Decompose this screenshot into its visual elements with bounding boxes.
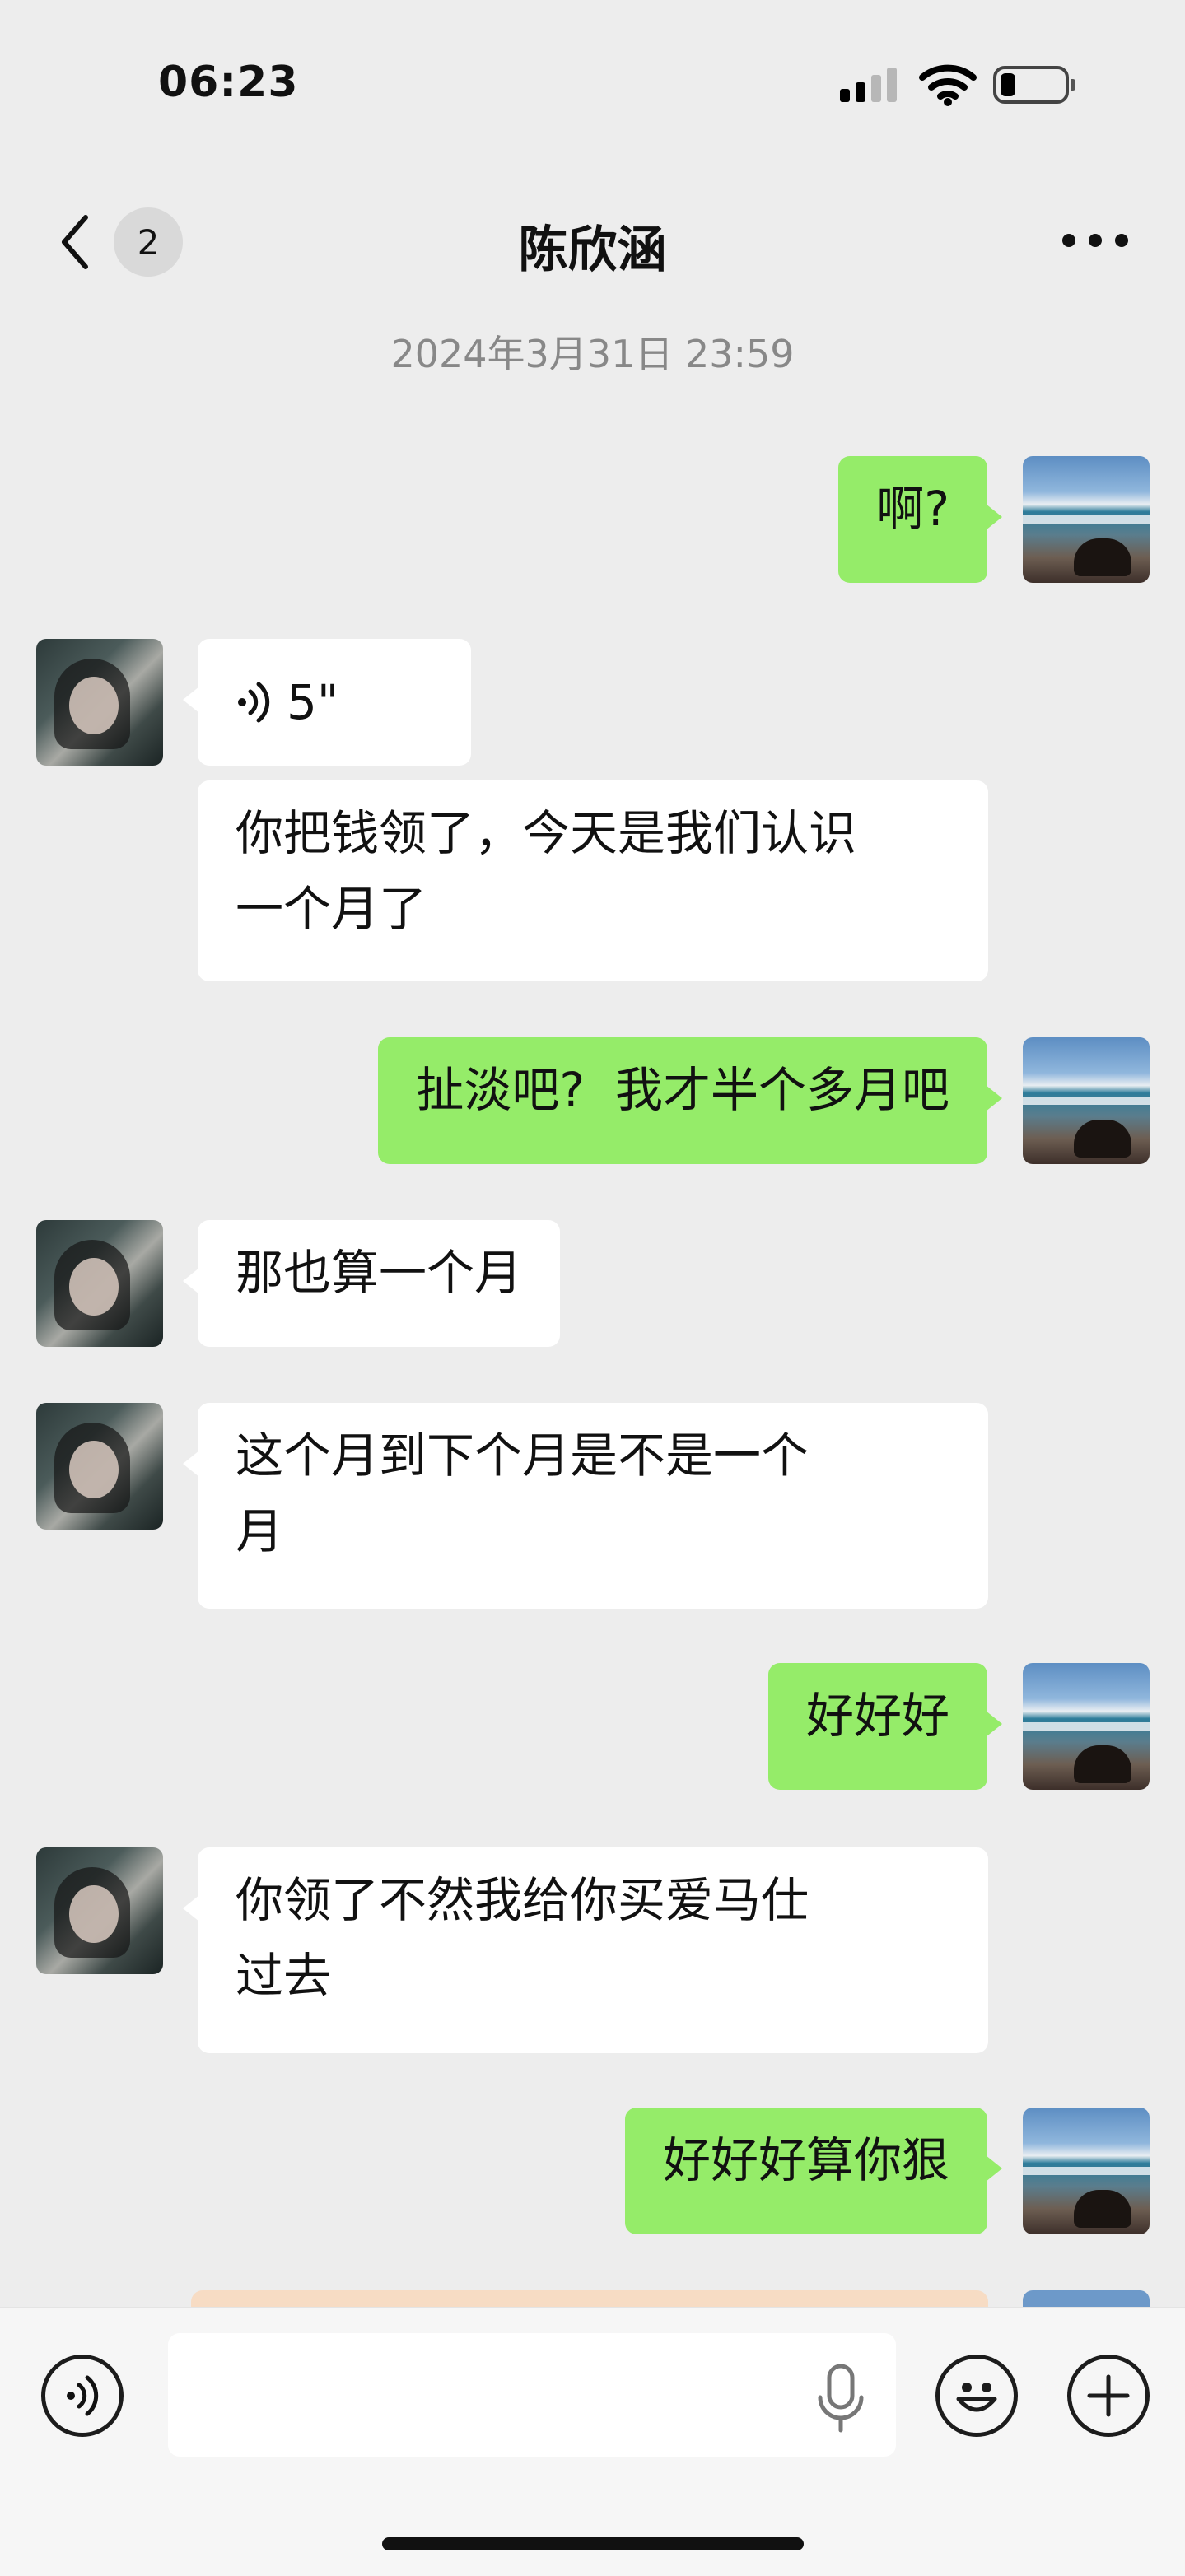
- my-avatar[interactable]: [1023, 1037, 1150, 1164]
- message-bubble-sent[interactable]: 啊?: [838, 456, 1002, 583]
- battery-icon: [993, 66, 1075, 104]
- message-bubble-sent[interactable]: 好好好: [767, 1663, 1003, 1790]
- contact-avatar[interactable]: [36, 1847, 163, 1974]
- contact-avatar[interactable]: [36, 639, 163, 766]
- message-bubble-sent[interactable]: 好好好算你狠: [624, 2108, 1003, 2234]
- microphone-icon[interactable]: [814, 2361, 868, 2435]
- message-bubble-received[interactable]: 这个月到下个月是不是一个 月: [183, 1403, 988, 1609]
- message-input[interactable]: [168, 2333, 896, 2457]
- message-bubble-received[interactable]: 你把钱领了，今天是我们认识 一个月了: [198, 780, 988, 981]
- more-options-icon[interactable]: [1056, 224, 1135, 257]
- my-avatar[interactable]: [1023, 1663, 1150, 1790]
- message-timestamp: 2024年3月31日 23:59: [390, 332, 795, 376]
- chat-screen: 06:23 2 陈欣涵 2024年3月31日 23:59 啊? 5" 你把钱领了…: [0, 0, 1185, 2576]
- cellular-signal-icon: [840, 66, 897, 102]
- home-indicator[interactable]: [382, 2537, 804, 2550]
- message-bubble-received[interactable]: 那也算一个月: [182, 1220, 561, 1347]
- add-plus-icon[interactable]: [1067, 2355, 1150, 2437]
- emoji-icon[interactable]: [935, 2355, 1018, 2437]
- wifi-icon: [919, 64, 977, 106]
- message-bubble-received[interactable]: 你领了不然我给你买爱马仕 过去: [183, 1847, 988, 2053]
- contact-avatar[interactable]: [36, 1403, 163, 1530]
- status-time: 06:23: [158, 58, 299, 107]
- voice-input-toggle-icon[interactable]: [41, 2355, 124, 2437]
- chat-title: 陈欣涵: [518, 221, 667, 279]
- voice-wave-icon: [238, 682, 270, 723]
- voice-duration: 5": [287, 674, 339, 730]
- message-bubble-sent[interactable]: 扯淡吧? 我才半个多月吧: [378, 1037, 1002, 1164]
- voice-message-bubble[interactable]: 5": [183, 639, 471, 766]
- my-avatar[interactable]: [1023, 456, 1150, 583]
- contact-avatar[interactable]: [36, 1220, 163, 1347]
- my-avatar[interactable]: [1023, 2108, 1150, 2234]
